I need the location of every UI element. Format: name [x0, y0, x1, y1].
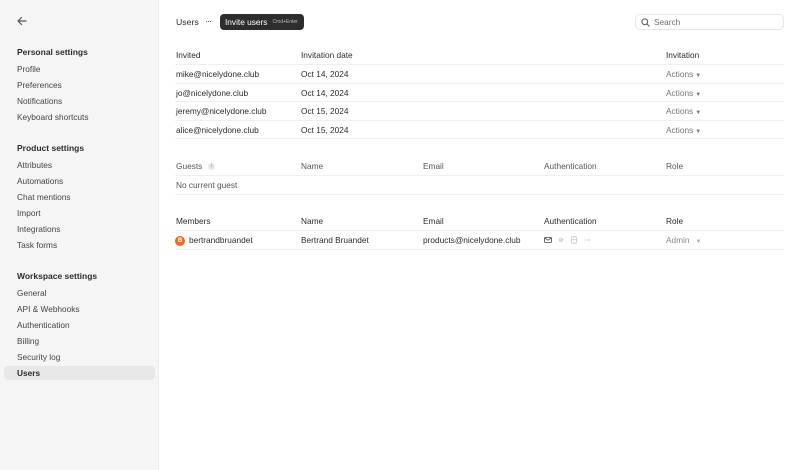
sidebar-item-automations[interactable]: Automations: [4, 174, 155, 188]
invite-users-label: Invite users: [225, 17, 268, 27]
table-row: alice@nicelydone.club Oct 15, 2024 Actio…: [175, 121, 784, 142]
invitation-date: Oct 15, 2024: [301, 124, 349, 135]
col-email: Email: [423, 161, 444, 171]
sidebar-item-preferences[interactable]: Preferences: [4, 78, 155, 92]
col-invitation: Invitation: [666, 50, 700, 60]
invite-users-button[interactable]: Invite users Cmd+Enter: [220, 14, 304, 30]
mail-icon: [544, 236, 552, 244]
section-title-workspace: Workspace settings: [17, 271, 98, 281]
role-dropdown[interactable]: Admin ▼: [666, 231, 701, 252]
main-content: Users ··· Invite users Cmd+Enter Invited…: [160, 0, 800, 470]
sidebar-item-notifications[interactable]: Notifications: [4, 94, 155, 108]
col-role: Role: [666, 216, 684, 226]
actions-dropdown[interactable]: Actions ▼: [666, 121, 701, 142]
member-email: products@nicelydone.club: [423, 235, 521, 245]
invitation-date: Oct 14, 2024: [301, 69, 349, 79]
table-row: mike@nicelydone.club Oct 14, 2024 Action…: [175, 65, 784, 84]
chevron-down-icon: ▼: [695, 91, 702, 98]
invited-email: jo@nicelydone.club: [176, 87, 249, 98]
col-name: Name: [301, 161, 324, 171]
device-icon: [570, 236, 578, 244]
chevron-down-icon: ▼: [695, 110, 702, 116]
search-icon: [641, 17, 650, 27]
actions-dropdown[interactable]: Actions ▼: [666, 102, 701, 123]
col-members: Members: [176, 216, 211, 226]
invited-email: alice@nicelydone.club: [176, 124, 259, 135]
invitations-table: Invited Invitation date Invitation mike@…: [175, 46, 784, 139]
sidebar-item-task-forms[interactable]: Task forms: [4, 238, 155, 252]
actions-label: Actions: [666, 106, 694, 116]
invited-email: mike@nicelydone.club: [176, 69, 260, 79]
col-invitation-date: Invitation date: [301, 50, 353, 60]
sidebar-item-billing[interactable]: Billing: [4, 334, 155, 348]
col-invited: Invited: [176, 50, 201, 60]
actions-label: Actions: [666, 124, 694, 135]
more-options-button[interactable]: ···: [203, 14, 213, 28]
table-header-row: Invited Invitation date Invitation: [175, 46, 784, 65]
sidebar-item-chat-mentions[interactable]: Chat mentions: [4, 190, 155, 204]
sidebar-item-import[interactable]: Import: [4, 206, 155, 220]
invite-shortcut-hint: Cmd+Enter: [272, 19, 298, 25]
guests-table: Guests i Name Email Authentication Role N…: [175, 157, 784, 195]
col-email: Email: [423, 216, 444, 226]
key-icon: [583, 236, 591, 244]
member-name: Bertrand Bruandet: [301, 235, 369, 245]
guests-label: Guests: [176, 161, 203, 171]
chevron-down-icon: ▼: [695, 128, 702, 135]
table-row: jeremy@nicelydone.club Oct 15, 2024 Acti…: [175, 102, 784, 121]
invitation-date: Oct 15, 2024: [301, 106, 349, 116]
col-guests: Guests i: [176, 157, 216, 176]
section-title-product: Product settings: [17, 143, 85, 153]
chevron-down-icon: ▼: [695, 73, 702, 79]
back-button[interactable]: [14, 13, 30, 29]
sidebar-item-authentication[interactable]: Authentication: [4, 318, 155, 332]
sidebar-item-api-webhooks[interactable]: API & Webhooks: [4, 302, 155, 316]
role-label: Admin: [666, 235, 690, 245]
avatar: B: [175, 235, 185, 246]
table-row: jo@nicelydone.club Oct 14, 2024 Actions ▼: [175, 84, 784, 105]
actions-dropdown[interactable]: Actions ▼: [666, 84, 701, 105]
google-icon: [557, 236, 565, 244]
settings-sidebar: Personal settings Profile Preferences No…: [0, 0, 159, 470]
chevron-down-icon: ▼: [695, 239, 702, 245]
col-authentication: Authentication: [544, 216, 597, 226]
sidebar-item-profile[interactable]: Profile: [4, 62, 155, 76]
sidebar-item-attributes[interactable]: Attributes: [4, 158, 155, 172]
section-title-personal: Personal settings: [17, 47, 88, 57]
arrow-left-icon: [17, 16, 27, 26]
actions-label: Actions: [666, 87, 694, 98]
col-authentication: Authentication: [544, 161, 597, 171]
table-row: No current guest: [175, 176, 784, 195]
sidebar-item-general[interactable]: General: [4, 286, 155, 300]
sidebar-item-users[interactable]: Users: [4, 366, 155, 380]
page-title: Users: [176, 17, 199, 27]
table-row: B bertrandbruandet Bertrand Bruandet pro…: [175, 231, 784, 250]
table-header-row: Members Name Email Authentication Role: [175, 212, 784, 231]
col-role: Role: [666, 161, 684, 171]
member-username: bertrandbruandet: [189, 235, 253, 245]
actions-label: Actions: [666, 69, 694, 79]
invitation-date: Oct 14, 2024: [301, 87, 349, 98]
col-name: Name: [301, 216, 324, 226]
auth-methods: [544, 236, 591, 244]
sidebar-item-keyboard-shortcuts[interactable]: Keyboard shortcuts: [4, 110, 155, 124]
sidebar-item-integrations[interactable]: Integrations: [4, 222, 155, 236]
search-box[interactable]: [635, 14, 784, 30]
search-input[interactable]: [654, 17, 774, 27]
invited-email: jeremy@nicelydone.club: [176, 106, 267, 116]
sidebar-item-security-log[interactable]: Security log: [4, 350, 155, 364]
empty-state-text: No current guest: [176, 180, 238, 190]
actions-dropdown[interactable]: Actions ▼: [666, 65, 701, 86]
members-table: Members Name Email Authentication Role B…: [175, 212, 784, 250]
table-header-row: Guests i Name Email Authentication Role: [175, 157, 784, 176]
info-icon[interactable]: i: [208, 163, 216, 171]
